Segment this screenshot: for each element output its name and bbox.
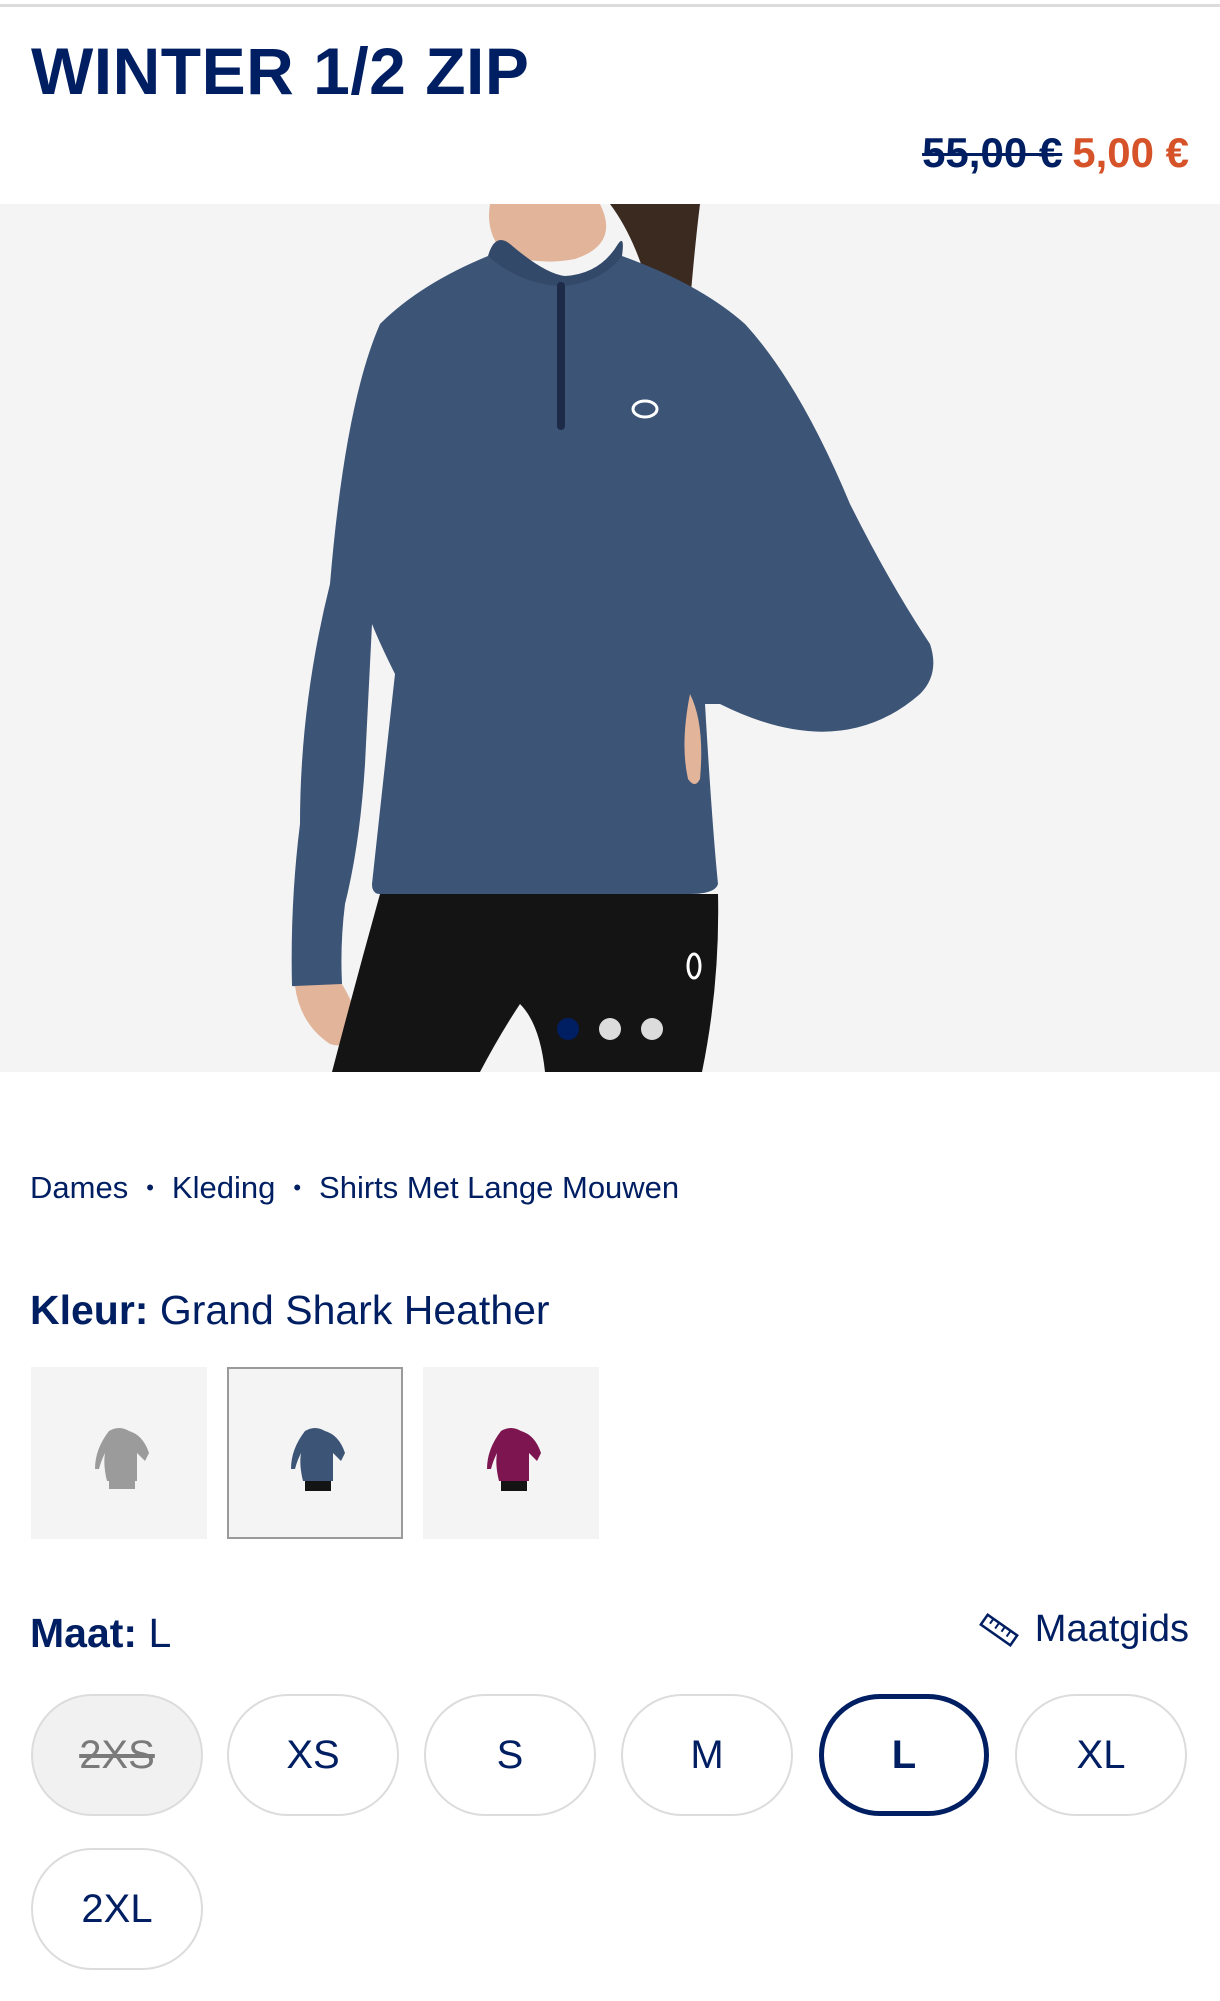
color-selection-label: Kleur: Grand Shark Heather: [30, 1287, 550, 1334]
swatch-thumbnail-grey: [95, 1428, 149, 1489]
top-divider: [0, 4, 1220, 7]
breadcrumb-item-dames[interactable]: Dames: [30, 1170, 128, 1205]
product-image-gallery[interactable]: [0, 204, 1220, 1072]
size-option-l[interactable]: L: [819, 1694, 989, 1816]
breadcrumb-separator: •: [146, 1175, 154, 1200]
size-selection-label: Maat: L: [30, 1610, 171, 1657]
breadcrumb-item-kleding[interactable]: Kleding: [172, 1170, 275, 1205]
size-option-2xs[interactable]: 2XS: [31, 1694, 203, 1816]
carousel-dot-2[interactable]: [599, 1018, 621, 1040]
original-price: 55,00 €: [922, 129, 1063, 176]
product-title: WINTER 1/2 ZIP: [31, 34, 530, 108]
swatch-thumbnail-magenta: [487, 1428, 541, 1491]
ruler-icon: [978, 1612, 1019, 1647]
carousel-dot-1[interactable]: [557, 1018, 579, 1040]
color-swatch-grand-shark-heather[interactable]: [227, 1367, 403, 1539]
color-swatch-magenta[interactable]: [423, 1367, 599, 1539]
size-value: L: [148, 1610, 172, 1656]
size-guide-label: Maatgids: [1034, 1608, 1189, 1650]
breadcrumb-item-shirts[interactable]: Shirts Met Lange Mouwen: [319, 1170, 679, 1205]
carousel-dots: [0, 1018, 1220, 1042]
color-value: Grand Shark Heather: [159, 1287, 550, 1333]
swatch-thumbnail-blue: [291, 1428, 345, 1491]
breadcrumb-separator: •: [293, 1175, 302, 1200]
size-option-2xl[interactable]: 2XL: [31, 1848, 203, 1970]
color-swatch-grey[interactable]: [31, 1367, 207, 1539]
sale-price: 5,00 €: [1072, 129, 1189, 176]
breadcrumb: Dames • Kleding • Shirts Met Lange Mouwen: [30, 1170, 679, 1206]
size-option-m[interactable]: M: [621, 1694, 793, 1816]
color-label: Kleur:: [30, 1287, 149, 1333]
size-option-xl[interactable]: XL: [1015, 1694, 1187, 1816]
size-guide-link[interactable]: Maatgids: [978, 1608, 1189, 1651]
size-option-s[interactable]: S: [424, 1694, 596, 1816]
product-photo: [291, 204, 934, 1072]
size-label: Maat:: [30, 1610, 138, 1656]
price-block: 55,00 €5,00 €: [922, 132, 1189, 174]
carousel-dot-3[interactable]: [641, 1018, 663, 1040]
size-option-xs[interactable]: XS: [227, 1694, 399, 1816]
